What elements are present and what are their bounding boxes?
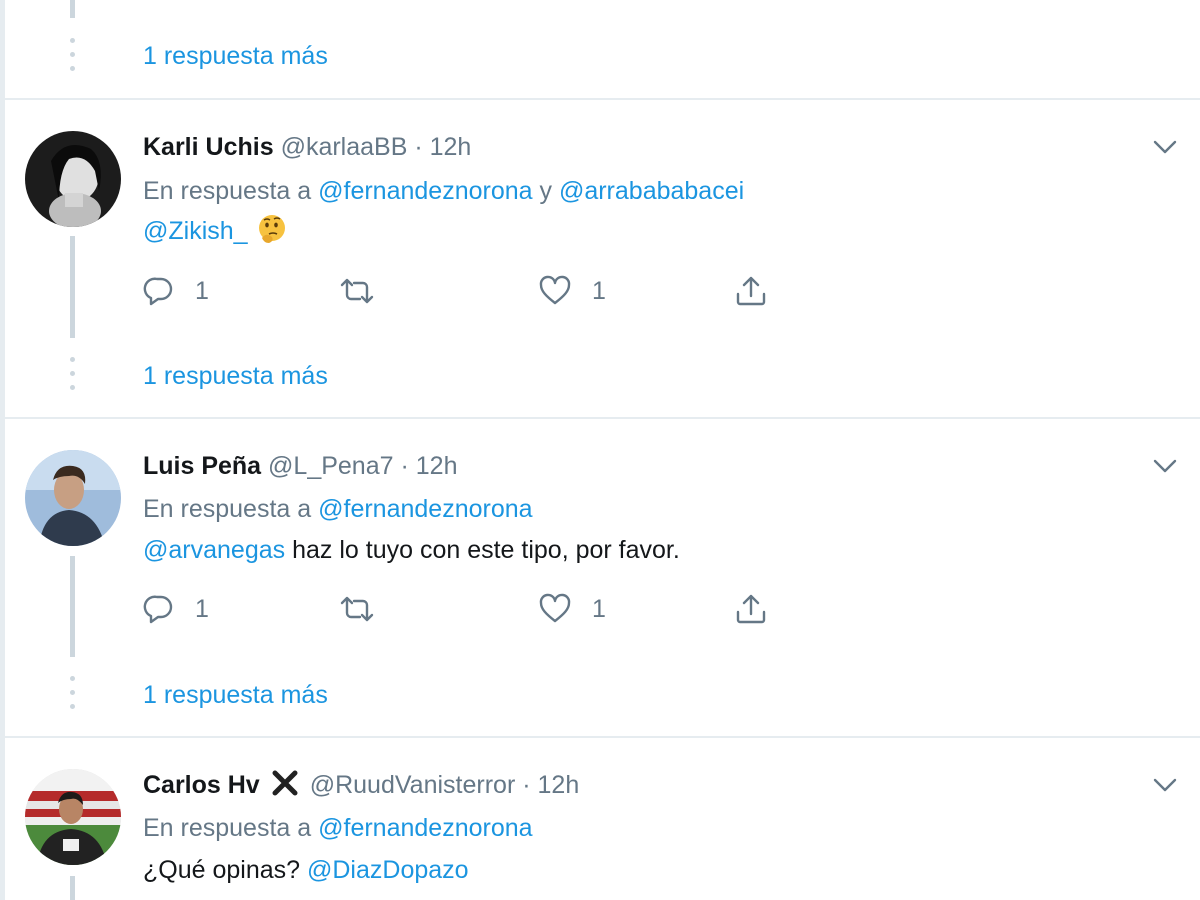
- tweet-separator: [5, 736, 1200, 738]
- thread-line: [70, 556, 75, 657]
- reply-prefix: En respuesta a: [143, 814, 312, 842]
- like-button[interactable]: 1: [538, 274, 606, 308]
- timestamp[interactable]: 12h: [430, 133, 472, 161]
- mention-link[interactable]: @fernandeznorona: [318, 814, 532, 842]
- retweet-button[interactable]: [338, 592, 376, 626]
- cross-mark-icon: [272, 770, 298, 796]
- chevron-down-icon[interactable]: [1152, 458, 1178, 474]
- avatar[interactable]: [25, 450, 121, 546]
- user-handle[interactable]: @RuudVanisterror: [310, 771, 516, 799]
- timeline-left-border: [0, 0, 5, 900]
- reply-context: En respuesta a @fernandeznorona y @arrab…: [143, 176, 744, 206]
- share-icon: [736, 276, 766, 306]
- share-button[interactable]: [734, 592, 768, 626]
- reply-icon: [143, 277, 173, 306]
- share-button[interactable]: [734, 274, 768, 308]
- timestamp[interactable]: 12h: [538, 771, 580, 799]
- reply-joiner: y: [539, 177, 553, 205]
- tweet-text: @Zikish_: [143, 215, 288, 248]
- reply-context: En respuesta a @fernandeznorona: [143, 494, 533, 524]
- tweet-body: ¿Qué opinas?: [143, 856, 301, 884]
- tweet-separator: [5, 98, 1200, 100]
- share-icon: [736, 594, 766, 624]
- show-more-replies-link[interactable]: 1 respuesta más: [143, 362, 328, 391]
- mention-link[interactable]: @DiazDopazo: [307, 856, 469, 884]
- reply-prefix: En respuesta a: [143, 495, 312, 523]
- thread-dots: [70, 676, 75, 718]
- reply-context: En respuesta a @fernandeznorona: [143, 813, 533, 843]
- mention-link[interactable]: @fernandeznorona: [318, 495, 532, 523]
- thread-dots: [70, 357, 75, 399]
- like-icon: [539, 275, 571, 305]
- mention-link[interactable]: @fernandeznorona: [318, 177, 532, 205]
- mention-link[interactable]: @arvanegas: [143, 536, 285, 564]
- like-button[interactable]: 1: [538, 592, 606, 626]
- retweet-icon: [340, 278, 374, 304]
- tweet-header: Karli Uchis @karlaaBB · 12h: [143, 132, 471, 162]
- thread-line: [70, 236, 75, 338]
- thread-line: [70, 876, 75, 900]
- show-more-replies-link[interactable]: 1 respuesta más: [143, 681, 328, 710]
- user-handle[interactable]: @karlaaBB: [281, 133, 408, 161]
- like-icon: [539, 593, 571, 623]
- user-handle[interactable]: @L_Pena7: [268, 452, 393, 480]
- avatar[interactable]: [25, 769, 121, 865]
- separator-dot: ·: [414, 133, 423, 161]
- thinking-face-icon: [258, 215, 285, 244]
- chevron-down-icon[interactable]: [1152, 777, 1178, 793]
- mention-link[interactable]: @Zikish_: [143, 217, 248, 245]
- retweet-button[interactable]: [338, 274, 376, 308]
- tweet-text: ¿Qué opinas? @DiazDopazo: [143, 855, 469, 885]
- reply-button[interactable]: 1: [143, 592, 209, 626]
- display-name[interactable]: Luis Peña: [143, 452, 261, 480]
- separator-dot: ·: [522, 771, 531, 799]
- display-name[interactable]: Carlos Hv: [143, 771, 260, 799]
- thread-dots: [70, 38, 75, 80]
- retweet-icon: [340, 596, 374, 622]
- show-more-replies-link[interactable]: 1 respuesta más: [143, 42, 328, 71]
- like-count: 1: [592, 276, 606, 305]
- chevron-down-icon[interactable]: [1152, 139, 1178, 155]
- separator-dot: ·: [400, 452, 409, 480]
- reply-count: 1: [195, 276, 209, 305]
- timestamp[interactable]: 12h: [416, 452, 458, 480]
- tweet-header: Carlos Hv @RuudVanisterror · 12h: [143, 770, 579, 801]
- display-name[interactable]: Karli Uchis: [143, 133, 274, 161]
- mention-link[interactable]: @arrabababacei: [559, 177, 744, 205]
- like-count: 1: [592, 594, 606, 623]
- tweet-header: Luis Peña @L_Pena7 · 12h: [143, 451, 457, 481]
- reply-button[interactable]: 1: [143, 274, 209, 308]
- tweet-text: @arvanegas haz lo tuyo con este tipo, po…: [143, 535, 680, 565]
- tweet-separator: [5, 417, 1200, 419]
- reply-count: 1: [195, 594, 209, 623]
- reply-prefix: En respuesta a: [143, 177, 312, 205]
- tweet-body: haz lo tuyo con este tipo, por favor.: [292, 536, 680, 564]
- reply-icon: [143, 595, 173, 624]
- thread-line: [70, 0, 75, 18]
- avatar[interactable]: [25, 131, 121, 227]
